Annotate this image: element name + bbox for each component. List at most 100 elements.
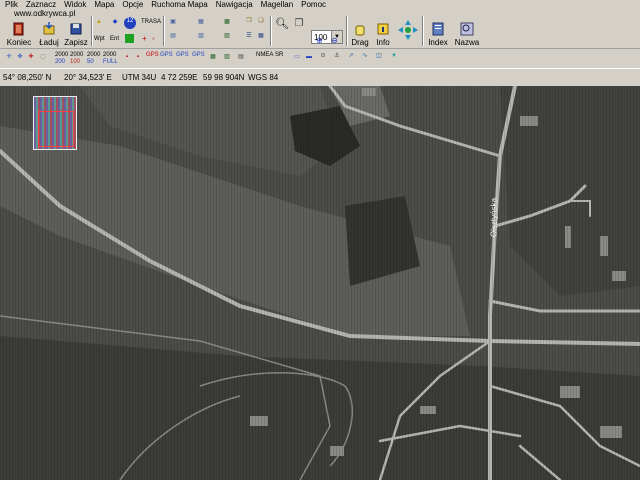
drag-button[interactable]: Drag	[349, 15, 371, 47]
northing-readout: 59 98 904N	[203, 73, 245, 82]
anchor-icon[interactable]: ⚓︎	[332, 52, 342, 60]
coordinate-status-bar: 54° 08,250' N 20° 34,523' E UTM 34U 4 72…	[0, 68, 640, 87]
gps-button-3[interactable]: GPS	[176, 52, 189, 59]
satellite-map-view[interactable]: Olsztyńska	[0, 86, 640, 480]
gps-button-4[interactable]: GPS	[192, 52, 205, 59]
menu-nawigacja[interactable]: Nawigacja	[211, 0, 256, 10]
street-label: Olsztyńska	[489, 197, 499, 238]
zoom-2000-100-button[interactable]: 2000 100	[70, 52, 83, 66]
gps-button-2[interactable]: GPS	[160, 52, 173, 59]
compass-icon[interactable]: ⊙	[318, 52, 328, 60]
computer-icon[interactable]: ▭	[292, 53, 302, 61]
separator	[346, 16, 348, 46]
street-label-container: Olsztyńska	[486, 191, 500, 251]
map-layer2-icon[interactable]: ▨	[222, 32, 232, 40]
magnifier-icon[interactable]: 🔍︎	[275, 19, 289, 34]
sr-button[interactable]: SR	[275, 52, 283, 59]
nmea-button[interactable]: NMEA	[256, 52, 273, 59]
list-icon[interactable]: ☰	[244, 32, 254, 40]
nazwa-label: Nazwa	[454, 38, 480, 47]
trace-icon[interactable]: ↗	[346, 52, 356, 60]
info-icon	[377, 23, 389, 35]
copy-icon[interactable]: ❐	[244, 17, 254, 25]
zoom-2000-full-button[interactable]: 2000 FULL	[103, 52, 118, 66]
utm-zone-readout: UTM 34U	[122, 73, 157, 82]
index-label: Index	[428, 38, 448, 47]
nazwa-button[interactable]: Nazwa	[454, 15, 480, 47]
wpt-button[interactable]: Wpt	[94, 36, 105, 43]
index-icon	[432, 22, 444, 36]
zoom-2000-50-button[interactable]: 2000 50	[87, 52, 100, 66]
diamond-icon[interactable]: ◆	[110, 18, 120, 26]
grid-icon[interactable]: ▦	[256, 32, 266, 40]
latitude-readout: 54° 08,250' N	[3, 73, 52, 82]
badge-12[interactable]: 12	[124, 17, 136, 29]
map-imagery	[0, 86, 640, 480]
separator	[270, 16, 272, 46]
main-toolbar: Koniec Ładuj Zapisz ▲ ◆ 12 TRASA Wpt Ent…	[0, 14, 640, 49]
save-icon	[70, 23, 82, 35]
gps-button-1[interactable]: GPS	[146, 52, 159, 59]
gray-box-icon[interactable]: ▢	[38, 53, 48, 61]
koniec-button[interactable]: Koniec	[4, 15, 34, 47]
map-layer-icon[interactable]: ▩	[222, 18, 232, 26]
plus-icon[interactable]: ✚	[26, 53, 36, 61]
cross2-icon[interactable]: ✜	[15, 53, 25, 61]
ent-button[interactable]: Ent	[110, 36, 119, 43]
easting-readout: 4 72 259E	[161, 73, 198, 82]
index-button[interactable]: Index	[426, 15, 450, 47]
monitor-icon[interactable]: ▬	[304, 53, 314, 61]
separator	[422, 16, 424, 46]
route-icon[interactable]: ▦	[196, 18, 206, 26]
datum-readout: WGS 84	[248, 73, 279, 82]
chart-icon[interactable]: ◫	[374, 52, 384, 60]
arrows-pan-icon	[398, 20, 418, 40]
menu-mapa[interactable]: Mapa	[89, 0, 117, 10]
koniec-label: Koniec	[6, 38, 32, 47]
info-button[interactable]: Info	[373, 15, 393, 47]
minimap-viewport-frame[interactable]	[38, 111, 74, 147]
laduj-button[interactable]: Ładuj	[37, 15, 61, 47]
menu-bar: Plik Zaznacz Widok Mapa Opcje Ruchoma Ma…	[0, 0, 640, 10]
exit-door-icon	[13, 22, 24, 36]
zapisz-label: Zapisz	[64, 38, 88, 47]
laduj-label: Ładuj	[39, 38, 59, 47]
graph-icon[interactable]: ∿	[360, 52, 370, 60]
longitude-readout: 20° 34,523' E	[64, 73, 112, 82]
paste-icon[interactable]: ❏	[256, 17, 266, 25]
zoom-out-icon[interactable]: ⊖	[331, 37, 338, 45]
zoom-2000-200-button[interactable]: 2000 200	[55, 52, 68, 66]
menu-ruchoma-mapa[interactable]: Ruchoma Mapa	[146, 0, 210, 10]
separator	[163, 16, 165, 46]
red-marker-icon[interactable]: ▪	[122, 53, 132, 61]
secondary-toolbar: ✛ ✜ ✚ ▢ 2000 200 2000 100 2000 50 2000 FULL …	[0, 48, 640, 69]
red-marker2-icon[interactable]: ▪	[133, 53, 143, 61]
search-name-icon	[460, 22, 474, 36]
track-gps-icon[interactable]: ▦	[208, 53, 218, 61]
watermark-text: www.odkrywca.pl	[14, 9, 76, 18]
load-icon	[43, 22, 55, 35]
point-icon[interactable]: ◦	[152, 35, 155, 43]
pan-arrows-button[interactable]	[396, 15, 420, 47]
settings-gps-icon[interactable]: ▤	[236, 53, 246, 61]
track-gps2-icon[interactable]: ▧	[222, 53, 232, 61]
pages-icon[interactable]: ❐	[292, 19, 306, 34]
menu-pomoc[interactable]: Pomoc	[296, 0, 329, 10]
cross-icon[interactable]: ✛	[4, 53, 14, 61]
filter-icon[interactable]: ▼	[389, 52, 399, 60]
zoom-in-icon[interactable]: ⊕	[316, 37, 323, 45]
route-edit-icon[interactable]: ▧	[196, 32, 206, 40]
track-icon[interactable]: ▣	[168, 18, 178, 26]
trasa-button[interactable]: TRASA	[141, 19, 161, 26]
add-icon[interactable]: +	[142, 35, 147, 43]
green-square-icon[interactable]	[125, 34, 134, 43]
zapisz-button[interactable]: Zapisz	[62, 15, 90, 47]
drag-label: Drag	[351, 38, 369, 47]
info-label: Info	[376, 38, 390, 47]
overview-minimap[interactable]	[33, 96, 77, 150]
waypoint-flag-icon[interactable]: ▲	[94, 18, 104, 26]
track-edit-icon[interactable]: ▤	[168, 32, 178, 40]
menu-opcje[interactable]: Opcje	[117, 0, 146, 10]
menu-magellan[interactable]: Magellan	[256, 0, 296, 10]
separator	[91, 16, 93, 46]
